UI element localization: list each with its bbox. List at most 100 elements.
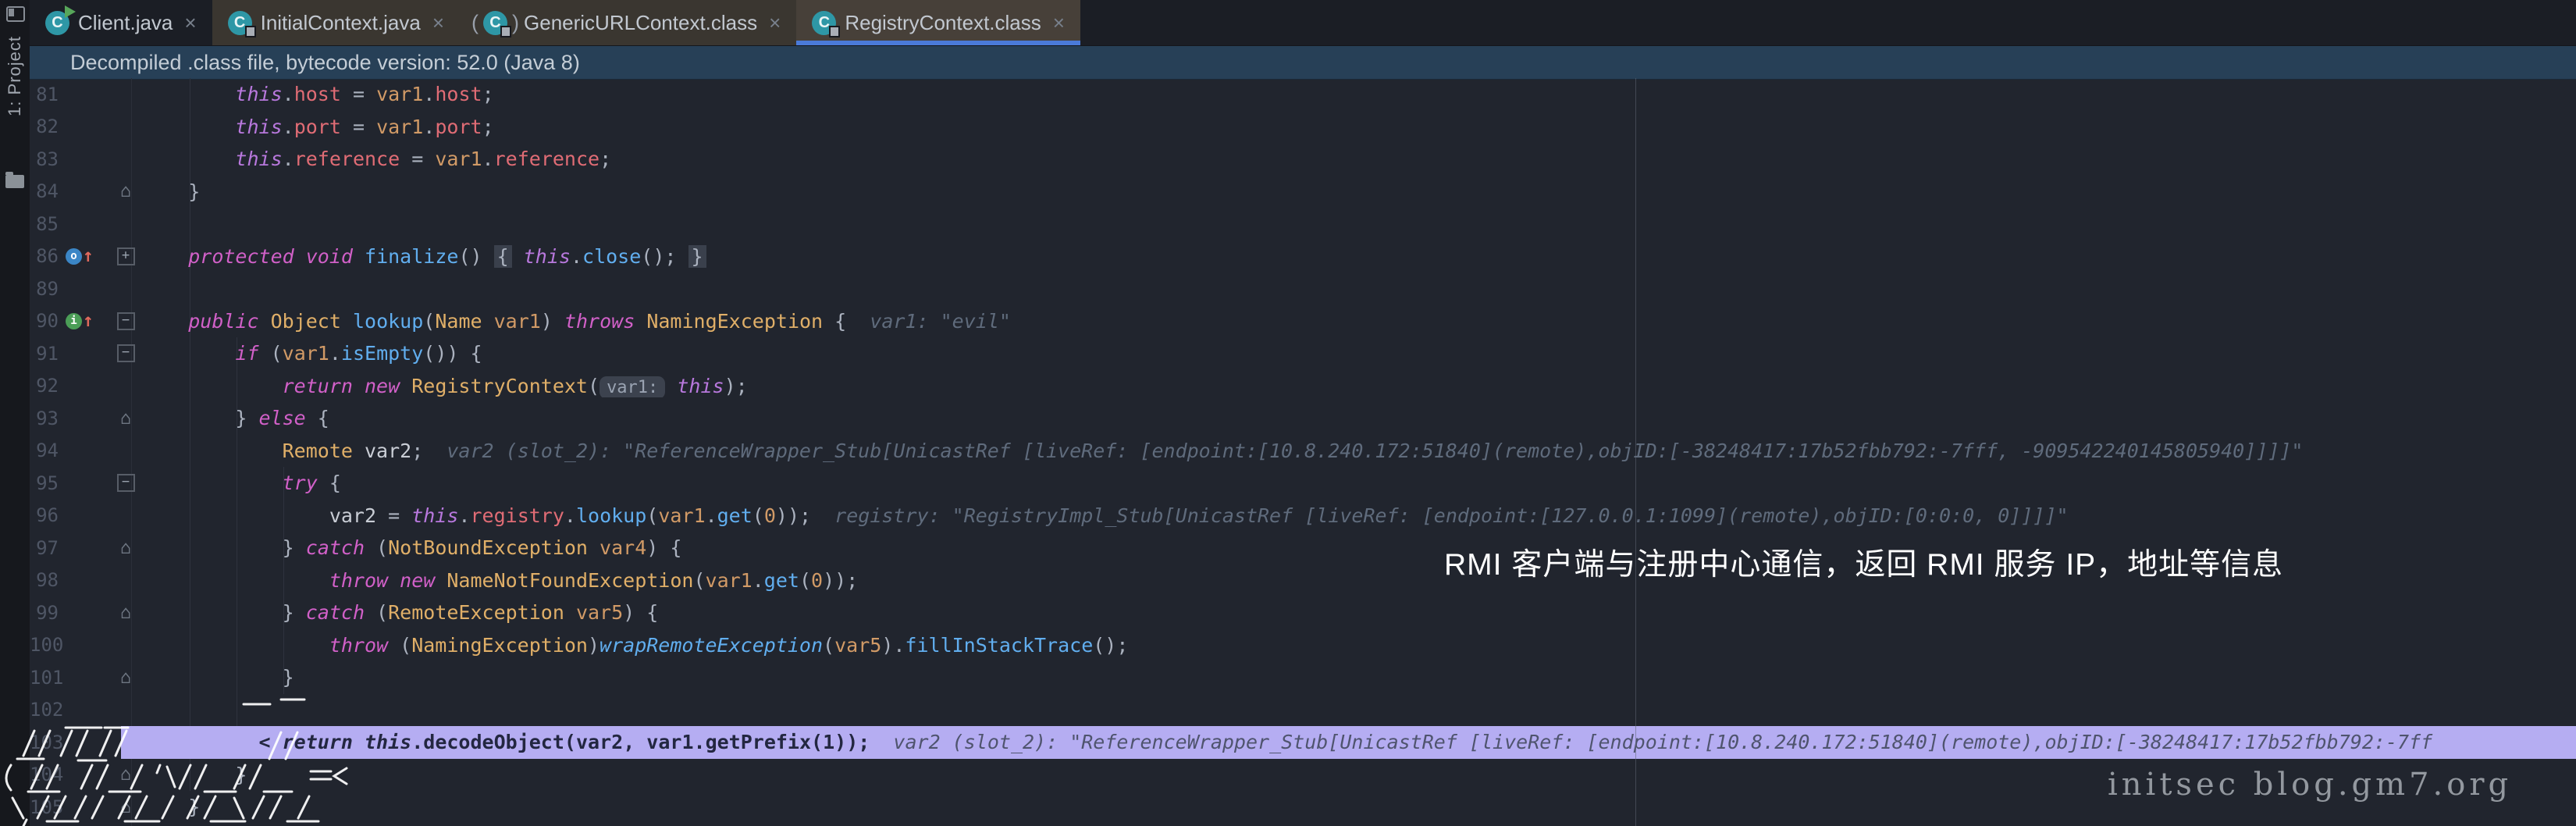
line-number[interactable]: 81 (30, 84, 59, 105)
java-class-run-icon: C (45, 11, 69, 35)
line-number[interactable]: 86 (30, 245, 59, 267)
code-token: var2 (365, 440, 411, 462)
overrides-gutter-icon[interactable]: o (66, 248, 82, 265)
code-line-86[interactable]: 86o↑+ protected void finalize() { this.c… (30, 240, 2576, 273)
line-number[interactable]: 92 (30, 375, 59, 397)
code-token: new (365, 375, 400, 397)
line-number[interactable]: 101 (30, 667, 59, 689)
project-tool-window-button[interactable]: 1: Project (5, 36, 25, 116)
folded-brace-chip: } (688, 245, 706, 268)
code-editor[interactable]: 81 this.host = var1.host;82 this.port = … (30, 78, 2576, 826)
line-number[interactable]: 91 (30, 343, 59, 365)
folder-icon[interactable] (5, 175, 24, 188)
fold-collapse-icon[interactable]: − (117, 344, 135, 362)
line-number[interactable]: 85 (30, 213, 59, 235)
code-line-83[interactable]: 83 this.reference = var1.reference; (30, 143, 2576, 176)
tab-label: GenericURLContext.class (524, 11, 757, 35)
code-token: var2 (576, 731, 623, 753)
line-number[interactable]: 83 (30, 148, 59, 170)
line-number[interactable]: 84 (30, 180, 59, 202)
fold-expand-icon[interactable]: + (117, 247, 135, 265)
line-number[interactable]: 102 (30, 699, 59, 721)
indent (141, 764, 235, 786)
fold-end-icon[interactable]: ⌂ (120, 181, 131, 201)
code-line-94[interactable]: 94 Remote var2; var2 (slot_2): "Referenc… (30, 435, 2576, 468)
code-token: 0 (764, 504, 776, 527)
line-number[interactable]: 103 (30, 732, 59, 753)
fold-end-icon[interactable]: ⌂ (120, 764, 131, 785)
code-line-89[interactable]: 89 (30, 272, 2576, 305)
indent (141, 245, 188, 268)
code-token: var1 (646, 731, 693, 753)
code-line-100[interactable]: 100 throw (NamingException)wrapRemoteExc… (30, 629, 2576, 662)
line-number[interactable]: 89 (30, 278, 59, 300)
code-line-102[interactable]: 102 (30, 694, 2576, 727)
code-line-81[interactable]: 81 this.host = var1.host; (30, 78, 2576, 111)
code-line-92[interactable]: 92 return new RegistryContext(var1: this… (30, 370, 2576, 403)
line-number[interactable]: 97 (30, 537, 59, 559)
tab-close-icon[interactable]: × (432, 11, 444, 35)
fold-end-icon[interactable]: ⌂ (120, 797, 131, 817)
code-token: = (341, 116, 376, 138)
fold-column: ⌂ (101, 538, 141, 558)
code-token: ( (753, 504, 764, 527)
code-token (665, 375, 677, 397)
code-token: var1 (435, 148, 482, 170)
code-token: () (458, 245, 493, 268)
code-token: . (753, 569, 764, 592)
code-line-101[interactable]: 101⌂ } (30, 661, 2576, 694)
code-line-84[interactable]: 84 ⌂ } (30, 176, 2576, 208)
indent (141, 342, 235, 365)
tool-window-icon[interactable] (6, 6, 25, 22)
fold-end-icon[interactable]: ⌂ (120, 538, 131, 558)
tab-close-icon[interactable]: × (1053, 11, 1065, 35)
line-number[interactable]: 98 (30, 569, 59, 591)
code-token: get (764, 569, 799, 592)
fold-collapse-icon[interactable]: − (117, 474, 135, 492)
line-number[interactable]: 100 (30, 634, 59, 656)
code-token: ( (423, 310, 435, 333)
code-token: . (329, 342, 341, 365)
indent (141, 569, 329, 592)
line-number[interactable]: 90 (30, 310, 59, 332)
line-number[interactable]: 99 (30, 602, 59, 624)
line-number[interactable]: 104 (30, 764, 59, 785)
tab-registrycontext-class[interactable]: CRegistryContext.class× (796, 0, 1080, 45)
tab-close-icon[interactable]: × (184, 11, 196, 35)
implements-gutter-icon[interactable]: i (66, 313, 82, 329)
fold-end-icon[interactable]: ⌂ (120, 408, 131, 429)
line-number[interactable]: 105 (30, 796, 59, 818)
code-line-85[interactable]: 85 (30, 208, 2576, 240)
line-number[interactable]: 93 (30, 408, 59, 429)
up-arrow-gutter-icon[interactable]: ↑ (83, 246, 94, 266)
parameter-hint-chip: var1: (600, 376, 665, 397)
fold-collapse-icon[interactable]: − (117, 312, 135, 330)
line-number[interactable]: 94 (30, 440, 59, 461)
code-line-91[interactable]: 91− if (var1.isEmpty()) { (30, 337, 2576, 370)
tab-client-java[interactable]: CClient.java× (30, 0, 212, 45)
line-number[interactable]: 82 (30, 116, 59, 137)
code-line-103[interactable]: 103 < return this.decodeObject(var2, var… (30, 726, 2576, 759)
decompiler-banner: Decompiled .class file, bytecode version… (30, 46, 2576, 80)
tab-close-icon[interactable]: × (769, 11, 781, 35)
code-line-82[interactable]: 82 this.port = var1.port; (30, 111, 2576, 144)
code-token: ) (541, 310, 564, 333)
code-line-90[interactable]: 90i↑− public Object lookup(Name var1) th… (30, 305, 2576, 338)
tab-genericurlcontext-class[interactable]: (C)GenericURLContext.class× (460, 0, 796, 45)
line-number[interactable]: 95 (30, 472, 59, 494)
folded-brace-chip: { (494, 245, 512, 268)
line-number[interactable]: 96 (30, 504, 59, 526)
code-token: var5 (834, 634, 881, 657)
code-line-93[interactable]: 93⌂ } else { (30, 402, 2576, 435)
code-line-96[interactable]: 96 var2 = this.registry.lookup(var1.get(… (30, 500, 2576, 532)
code-token: } (188, 180, 200, 203)
tab-initialcontext-java[interactable]: CInitialContext.java× (212, 0, 460, 45)
code-line-99[interactable]: 99⌂ } catch (RemoteException var5) { (30, 596, 2576, 629)
code-token: . (283, 83, 294, 105)
fold-end-icon[interactable]: ⌂ (120, 603, 131, 623)
run-overlay-icon (65, 5, 76, 18)
code-token (353, 375, 365, 397)
up-arrow-gutter-icon[interactable]: ↑ (83, 311, 94, 331)
fold-end-icon[interactable]: ⌂ (120, 668, 131, 688)
code-line-95[interactable]: 95− try { (30, 467, 2576, 500)
